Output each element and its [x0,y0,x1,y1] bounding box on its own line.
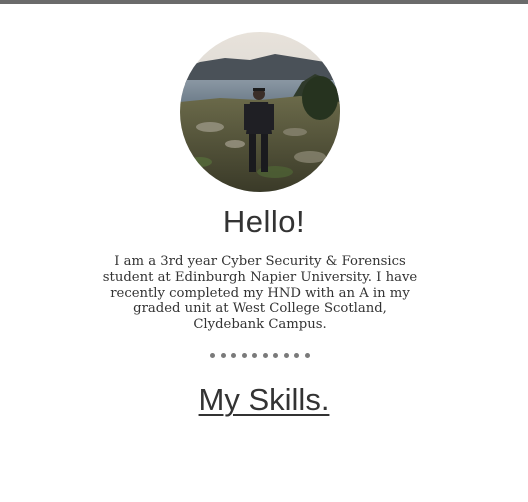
divider-dot [294,352,300,358]
divider-dot [252,352,258,358]
divider-dot [210,352,215,358]
skills-link[interactable]: My Skills. [199,382,330,417]
skills-heading: My Skills. [0,382,528,418]
profile-photo [180,32,340,192]
top-bar [0,0,528,4]
dotted-divider [210,351,310,359]
divider-dot [273,352,279,358]
divider-dot [304,352,310,358]
divider-dot [220,352,226,358]
divider-dot [241,352,247,358]
portfolio-page: Hello! I am a 3rd year Cyber Security & … [0,0,528,502]
bio-text: I am a 3rd year Cyber Security & Forensi… [102,254,418,333]
divider-dot [231,352,237,358]
divider-dot [283,352,289,358]
divider-dot [262,352,268,358]
greeting-heading: Hello! [222,204,306,239]
